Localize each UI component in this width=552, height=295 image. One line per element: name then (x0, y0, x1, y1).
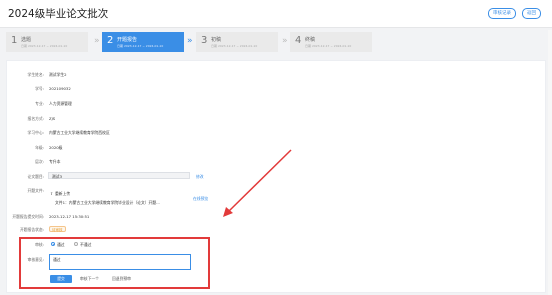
scrollbar[interactable] (548, 30, 552, 295)
annotation-arrow (223, 149, 292, 217)
